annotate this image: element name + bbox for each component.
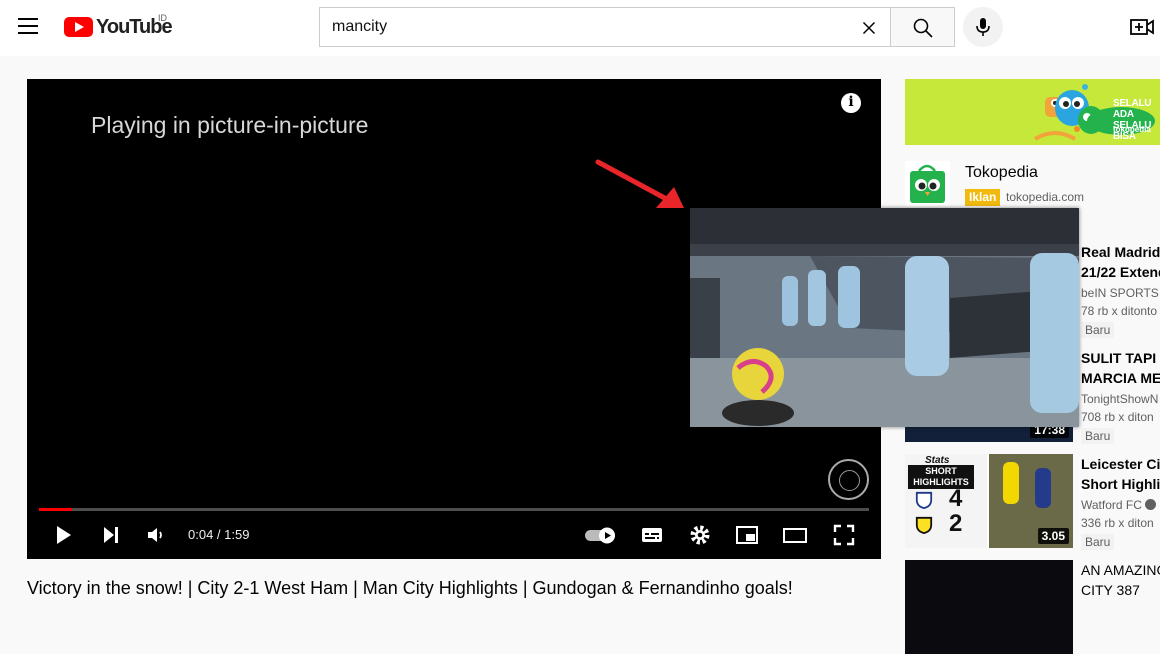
recommendation-views: 336 rb x diton	[1081, 516, 1154, 530]
ad-banner[interactable]: SELALU ADA SELALU BISA tokopedia	[905, 79, 1160, 145]
recommendation-item[interactable]: AN AMAZING CITY 387	[905, 560, 1160, 654]
menu-icon[interactable]	[18, 18, 38, 34]
new-badge: Baru	[1081, 534, 1115, 550]
subtitles-icon[interactable]	[640, 523, 664, 547]
youtube-logo[interactable]: YouTube	[64, 14, 173, 40]
progress-fill	[39, 508, 73, 511]
next-icon[interactable]	[99, 523, 123, 547]
youtube-play-icon	[64, 17, 93, 37]
microphone-icon	[976, 18, 990, 36]
settings-gear-icon[interactable]	[688, 523, 712, 547]
verified-icon	[1145, 499, 1157, 510]
ad-badge: Iklan	[965, 189, 1001, 206]
recommendation-views: 78 rb x ditonto	[1081, 304, 1158, 318]
play-icon[interactable]	[51, 523, 75, 547]
thumbnail-label: SHORT HIGHLIGHTS	[908, 465, 974, 489]
pip-message: Playing in picture-in-picture	[91, 112, 369, 138]
thumbnail-left-panel: Stats SHORT HIGHLIGHTS 4 2	[905, 454, 987, 548]
search-box	[319, 7, 891, 47]
ad-title[interactable]: Tokopedia	[965, 164, 1038, 182]
watford-crest-icon	[915, 516, 933, 534]
progress-bar[interactable]	[39, 508, 869, 511]
theater-mode-icon[interactable]	[783, 523, 807, 547]
info-icon[interactable]	[841, 93, 861, 113]
create-video-icon[interactable]	[1128, 14, 1156, 42]
ad-banner-brand: tokopedia	[1113, 125, 1151, 134]
home-score: 4	[949, 485, 963, 512]
recommendation-thumbnail[interactable]: Stats SHORT HIGHLIGHTS 4 2 3.05	[905, 454, 1073, 548]
tokopedia-bag-icon	[910, 164, 945, 203]
recommendation-title[interactable]: AN AMAZING CITY 387	[1081, 560, 1160, 600]
search-button[interactable]	[891, 7, 955, 47]
pip-window[interactable]	[690, 208, 1079, 427]
top-bar: YouTube ID	[0, 0, 1160, 56]
miniplayer-icon[interactable]	[735, 523, 759, 547]
autoplay-toggle-icon[interactable]	[583, 523, 619, 547]
recommendation-channel[interactable]: beIN SPORTS I	[1081, 286, 1160, 300]
recommendation-title[interactable]: Leicester CitShort Highlig	[1081, 454, 1160, 494]
video-title: Victory in the snow! | City 2-1 West Ham…	[27, 578, 793, 598]
time-display: 0:04 / 1:59	[188, 527, 250, 542]
search-input[interactable]	[320, 8, 850, 46]
recommendation-item[interactable]: Stats SHORT HIGHLIGHTS 4 2 3.05 Leiceste…	[905, 454, 1160, 550]
tokopedia-logo[interactable]	[905, 161, 950, 206]
recommendation-title[interactable]: SULIT TAPI PMARCIA MEI	[1081, 348, 1160, 388]
ad-banner-tagline: SELALU ADA SELALU BISA	[1113, 98, 1152, 142]
region-code: ID	[158, 13, 167, 23]
recommendation-thumbnail[interactable]	[905, 560, 1073, 654]
recommendation-channel[interactable]: TonightShowN	[1081, 392, 1158, 406]
ad-domain: tokopedia.com	[1006, 190, 1085, 204]
recommendation-views: 708 rb x diton	[1081, 410, 1154, 424]
man-city-crest-watermark	[828, 459, 869, 500]
recommendation-title[interactable]: Real Madrid 21/22 Extend	[1081, 242, 1160, 282]
clear-search-icon[interactable]	[858, 17, 880, 39]
leicester-crest-icon	[915, 491, 933, 509]
new-badge: Baru	[1081, 428, 1115, 444]
voice-search-button[interactable]	[963, 7, 1003, 47]
recommendation-channel[interactable]: Watford FC	[1081, 498, 1157, 512]
fullscreen-icon[interactable]	[832, 523, 856, 547]
search-icon	[913, 18, 933, 38]
annotation-arrow	[595, 159, 684, 208]
pip-video-frame	[690, 208, 1079, 427]
away-score: 2	[949, 510, 963, 537]
new-badge: Baru	[1081, 322, 1115, 338]
duration-badge: 3.05	[1037, 528, 1069, 544]
volume-icon[interactable]	[144, 523, 168, 547]
